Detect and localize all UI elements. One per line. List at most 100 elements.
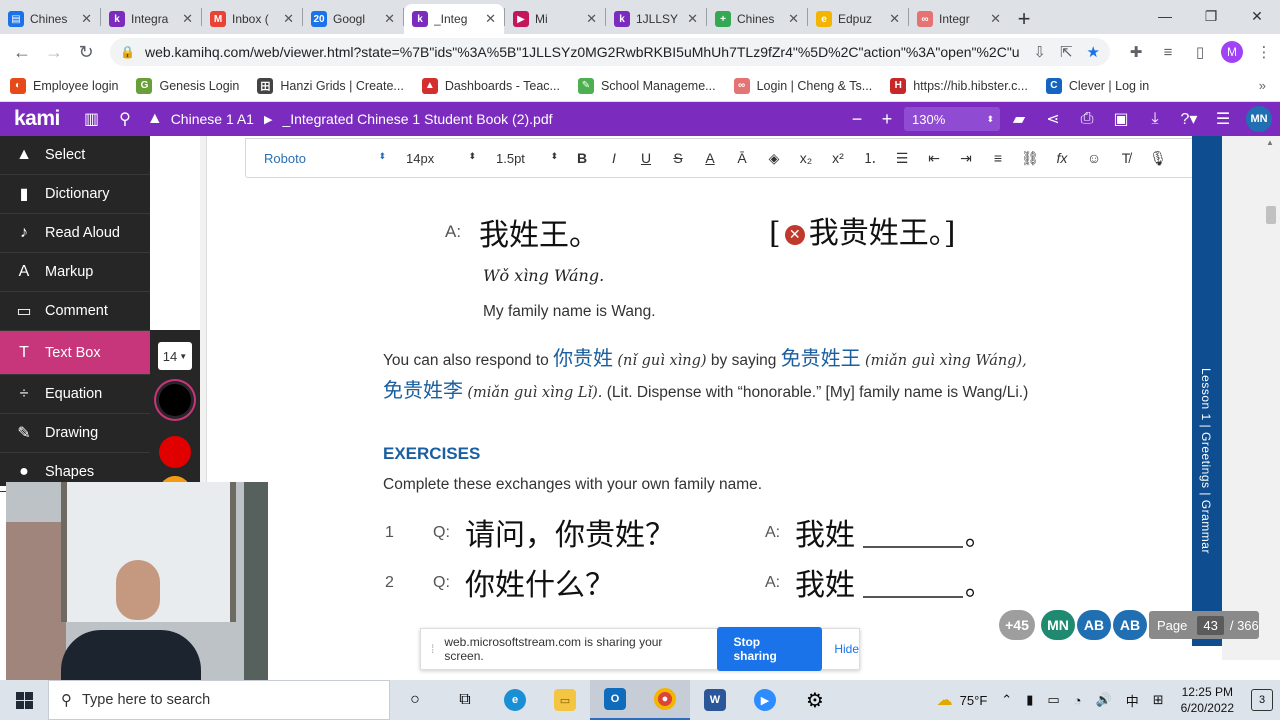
cortana-icon[interactable]: ○ — [390, 680, 440, 720]
strikethrough-icon[interactable]: S — [662, 150, 694, 166]
weather-icon[interactable]: ☁ — [937, 690, 953, 710]
indent-icon[interactable]: ⇥ — [950, 150, 982, 167]
zoom-select[interactable]: 130% ⬍ — [904, 107, 1000, 131]
formula-icon[interactable]: fx — [1046, 150, 1078, 166]
breadcrumb-file[interactable]: _Integrated Chinese 1 Student Book (2).p… — [282, 111, 552, 127]
tab-close-icon[interactable]: ✕ — [889, 11, 900, 27]
browser-tab[interactable]: 20 Googl ✕ — [303, 4, 403, 34]
clear-format-icon[interactable]: T̸ — [1110, 150, 1142, 166]
tray-chevron-icon[interactable]: ⌃ — [1001, 692, 1012, 708]
tab-close-icon[interactable]: ✕ — [990, 11, 1001, 27]
zoom-app[interactable]: ▶ — [740, 680, 790, 720]
answer-blank-field[interactable] — [863, 546, 963, 548]
forward-icon[interactable]: → — [38, 36, 70, 68]
tab-close-icon[interactable]: ✕ — [384, 11, 395, 27]
tool-text-box[interactable]: T Text Box — [0, 331, 150, 375]
tool-markup[interactable]: A Markup — [0, 253, 150, 292]
font-size-dropdown[interactable]: 14px ⬍ — [396, 151, 486, 166]
collaborator-avatar[interactable]: AB — [1113, 610, 1147, 640]
ime-grid-icon[interactable]: ⊞ — [1153, 692, 1164, 708]
lock-icon[interactable]: 🔒 — [120, 45, 135, 59]
browser-tab[interactable]: k _Integ ✕ — [404, 4, 504, 34]
font-size-select[interactable]: 14 ▼ — [158, 342, 192, 370]
tool-comment[interactable]: ▭ Comment — [0, 292, 150, 331]
italic-icon[interactable]: I — [598, 150, 630, 166]
tab-close-icon[interactable]: ✕ — [182, 11, 193, 27]
bookmark-item[interactable]: ✎ School Manageme... — [577, 77, 716, 94]
color-swatch[interactable] — [159, 436, 191, 468]
tool-equation[interactable]: ÷ Equation — [0, 375, 150, 414]
fill-icon[interactable]: ◈ — [758, 150, 790, 167]
browser-tab[interactable]: ∞ Integr ✕ — [909, 4, 1009, 34]
tool-drawing[interactable]: ✎ Drawing — [0, 414, 150, 453]
microphone-icon[interactable]: 🎙 — [1142, 150, 1174, 167]
bookmark-item[interactable]: Hhttps://hib.hibster.c... — [890, 77, 1028, 94]
open-folder-icon[interactable]: ▰ — [1002, 109, 1036, 129]
new-tab-button[interactable]: + — [1009, 4, 1039, 34]
pdf-page[interactable]: Roboto ⬍ 14px ⬍ 1.5pt ⬍ B I U S A Ā ◈ x₂ x²… — [206, 136, 1222, 660]
browser-tab[interactable]: e Edpuz ✕ — [808, 4, 908, 34]
media-icon[interactable]: ≡ — [1152, 44, 1184, 61]
bookmark-item[interactable]: ▲ Dashboards - Teac... — [421, 77, 560, 94]
numbered-list-icon[interactable]: ⒈ — [854, 148, 886, 168]
share-doc-icon[interactable]: ⋖ — [1036, 109, 1070, 129]
user-avatar[interactable]: MN — [1246, 106, 1272, 132]
zoom-in-button[interactable]: + — [872, 109, 902, 130]
edge-app[interactable]: e — [490, 680, 540, 720]
tab-close-icon[interactable]: ✕ — [788, 11, 799, 27]
collaborator-avatar[interactable]: AB — [1077, 610, 1111, 640]
volume-icon[interactable]: 🔊 — [1096, 692, 1112, 708]
weather-temp[interactable]: 75°F — [960, 693, 988, 708]
page-indicator[interactable]: Page 43 / 366 — [1149, 611, 1259, 639]
color-swatch[interactable] — [159, 384, 191, 416]
network-icon[interactable]: ◔ — [1074, 693, 1082, 708]
zoom-out-button[interactable]: − — [842, 109, 872, 130]
usb-icon[interactable]: ▮ — [1026, 692, 1033, 708]
word-app[interactable]: W — [690, 680, 740, 720]
font-family-select[interactable]: Roboto ⬍ — [246, 151, 396, 166]
stop-sharing-button[interactable]: Stop sharing — [717, 627, 823, 671]
url-text[interactable]: web.kamihq.com/web/viewer.html?state=%7B… — [145, 44, 1019, 60]
notifications-button[interactable]: 3 — [1251, 689, 1273, 711]
bookmark-item[interactable]: 田 Hanzi Grids | Create... — [257, 77, 404, 94]
sidepanel-icon[interactable]: ▯ — [1184, 43, 1216, 61]
tab-close-icon[interactable]: ✕ — [485, 11, 496, 27]
tool-read-aloud[interactable]: ♪ Read Aloud — [0, 214, 150, 253]
vertical-scrollbar[interactable]: ▲ — [1262, 136, 1280, 660]
install-icon[interactable]: ⇩ — [1033, 43, 1046, 61]
task-view-icon[interactable]: ⧉ — [440, 680, 490, 720]
breadcrumb-folder[interactable]: Chinese 1 A1 — [171, 111, 254, 127]
stroke-select[interactable]: 1.5pt ⬍ — [486, 151, 566, 166]
browser-tab[interactable]: k 1JLLSY ✕ — [606, 4, 706, 34]
highlight-icon[interactable]: Ā — [726, 150, 758, 166]
bullet-list-icon[interactable]: ☰ — [886, 150, 918, 167]
bookmark-star-icon[interactable]: ★ — [1087, 43, 1100, 61]
reload-icon[interactable]: ↻ — [70, 36, 102, 68]
outdent-icon[interactable]: ⇤ — [918, 150, 950, 167]
profile-avatar[interactable]: M — [1221, 41, 1243, 63]
menu-icon[interactable]: ☰ — [1206, 109, 1240, 129]
drag-handle-icon[interactable]: ⁞ — [431, 642, 434, 656]
emoji-icon[interactable]: ☺ — [1078, 150, 1110, 166]
scroll-thumb[interactable] — [1266, 206, 1276, 224]
more-bookmarks-icon[interactable]: » — [1259, 78, 1266, 93]
tool-select[interactable]: ▲ Select — [0, 136, 150, 175]
link-icon[interactable]: ⛓ — [1014, 150, 1046, 167]
bookmark-item[interactable]: ∞ Login | Cheng & Ts... — [733, 77, 872, 94]
save-icon[interactable]: ▣ — [1104, 109, 1138, 129]
chrome-app[interactable]: ● — [640, 680, 690, 720]
print-icon[interactable]: ⎙ — [1070, 110, 1104, 128]
tool-dictionary[interactable]: ▮ Dictionary — [0, 175, 150, 214]
superscript-icon[interactable]: x² — [822, 150, 854, 166]
underline-icon[interactable]: U — [630, 150, 662, 166]
help-icon[interactable]: ?▾ — [1172, 109, 1206, 129]
browser-tab[interactable]: ▶ Mi ✕ — [505, 4, 605, 34]
tab-close-icon[interactable]: ✕ — [687, 11, 698, 27]
scroll-up-icon[interactable]: ▲ — [1266, 138, 1274, 147]
start-button[interactable] — [0, 691, 48, 709]
extensions-icon[interactable]: ✚ — [1120, 43, 1152, 61]
download-icon[interactable]: ⤓ — [1138, 110, 1172, 128]
minimize-icon[interactable]: — — [1142, 0, 1188, 32]
clock[interactable]: 12:25 PM 6/20/2022 — [1181, 684, 1234, 716]
sidebar-toggle-icon[interactable]: ▥ — [84, 109, 99, 129]
